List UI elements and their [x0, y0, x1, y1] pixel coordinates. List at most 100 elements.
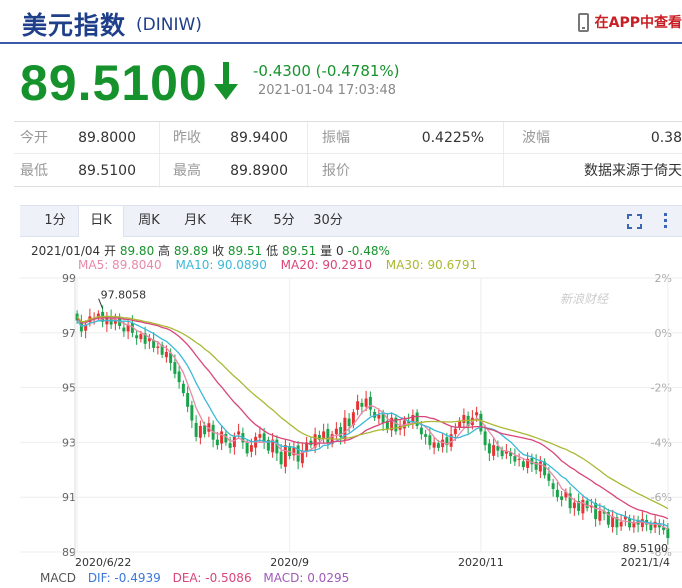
prev-close-label: 昨收 — [173, 130, 201, 146]
macd-legend: MACD DIF: -0.4939 DEA: -0.5086 MACD: 0.0… — [40, 571, 357, 585]
open-label: 今开 — [20, 130, 48, 146]
candle-body — [356, 401, 360, 410]
candle-body — [547, 473, 551, 481]
candle-body — [220, 431, 224, 444]
candle-body — [560, 496, 564, 500]
y-right-tick-label: 2% — [655, 272, 672, 285]
info-vol-label: 量 — [320, 244, 333, 258]
candle-body — [419, 427, 423, 435]
tab-1min[interactable]: 1分 — [34, 206, 76, 236]
candle-body — [513, 456, 517, 462]
y-tick-label: 91 — [62, 491, 76, 504]
down-arrow-icon — [214, 62, 238, 100]
open-value: 89.8000 — [78, 130, 136, 146]
candle-body — [232, 436, 236, 448]
candle-body — [453, 428, 457, 435]
x-tick-label: 2020/9 — [270, 556, 309, 569]
candle-body — [249, 445, 253, 452]
candle-body — [475, 412, 479, 416]
current-price: 89.5100 — [20, 55, 208, 111]
candle-body — [415, 412, 419, 426]
tab-monthly-k[interactable]: 月K — [172, 206, 218, 236]
candle-body — [258, 434, 262, 438]
candle-body — [283, 445, 287, 467]
info-pct: -0.48% — [347, 244, 390, 258]
x-tick-label: 2020/6/22 — [75, 556, 131, 569]
tab-yearly-k[interactable]: 年K — [218, 206, 264, 236]
candle-body — [198, 425, 202, 438]
candle-body — [173, 362, 177, 374]
info-high-label: 高 — [158, 244, 171, 258]
candle-body — [139, 334, 143, 340]
candle-body — [487, 443, 491, 454]
macd-dea: DEA: -0.5086 — [172, 571, 252, 585]
candle-body — [517, 458, 521, 460]
candle-body — [666, 528, 670, 539]
x-tick-label: 2021/1/4 — [621, 556, 670, 569]
y-right-tick-label: -2% — [651, 382, 672, 395]
y-tick-label: 93 — [62, 436, 76, 449]
watermark: 新浪财经 — [560, 292, 610, 306]
tab-30min[interactable]: 30分 — [306, 206, 350, 236]
chart-period-tabs: 1分 日K 周K 月K 年K 5分 30分 — [20, 205, 682, 237]
more-options-icon[interactable] — [662, 213, 668, 231]
info-low-label: 低 — [266, 244, 279, 258]
candle-body — [245, 442, 249, 454]
fullscreen-icon[interactable] — [627, 214, 642, 229]
candle-body — [347, 418, 351, 426]
info-date: 2021/01/04 — [31, 244, 101, 258]
y-tick-label: 95 — [62, 382, 76, 395]
candle-body — [640, 519, 644, 528]
candle-body — [462, 415, 466, 423]
candlestick-chart[interactable]: 99 2%97 0%95 -2%93 -4%91 -6%89 -8%新浪财经97.80588… — [0, 270, 682, 570]
ma30-line — [76, 315, 669, 510]
candle-body — [538, 461, 542, 472]
max-value-label: 97.8058 — [101, 289, 147, 302]
candle-body — [594, 502, 598, 520]
quote-timestamp: 2021-01-04 17:03:48 — [258, 83, 397, 98]
candle-body — [555, 489, 559, 498]
stats-row: 最低 89.5100 最高 89.8900 报价 数据来源于倚天 — [14, 155, 682, 187]
info-close: 89.51 — [227, 244, 263, 258]
info-high: 89.89 — [173, 244, 209, 258]
data-source: 数据来源于倚天 — [584, 163, 682, 179]
candle-body — [190, 405, 194, 421]
open-in-app-link[interactable]: 在APP中查看 — [577, 12, 682, 32]
y-right-tick-label: 0% — [655, 327, 672, 340]
candle-body — [194, 422, 198, 437]
quote-label: 报价 — [322, 163, 350, 179]
header: 美元指数 (DINIW) 在APP中查看 — [0, 0, 682, 44]
candle-body — [156, 346, 160, 348]
prev-close-value: 89.9400 — [230, 130, 288, 146]
candle-body — [483, 431, 487, 446]
y-tick-label: 99 — [62, 272, 76, 285]
tab-daily-k[interactable]: 日K — [78, 206, 124, 237]
y-right-tick-label: -4% — [651, 436, 672, 449]
phone-icon — [577, 12, 589, 32]
candle-body — [521, 461, 525, 468]
high-value: 89.8900 — [230, 163, 288, 179]
candle-body — [381, 414, 385, 424]
macd-value: MACD: 0.0295 — [263, 571, 350, 585]
candle-body — [581, 499, 585, 514]
tab-5min[interactable]: 5分 — [264, 206, 304, 236]
candle-body — [322, 431, 326, 439]
candle-body — [432, 442, 436, 448]
candle-body — [122, 327, 126, 332]
info-open: 89.80 — [119, 244, 155, 258]
candle-body — [326, 428, 330, 443]
candle-body — [360, 402, 364, 407]
candle-body — [572, 502, 576, 509]
y-tick-label: 89 — [62, 546, 76, 559]
stats-row: 今开 89.8000 昨收 89.9400 振幅 0.4225% 波幅 0.38 — [14, 122, 682, 154]
candle-body — [364, 398, 368, 407]
candle-body — [436, 443, 440, 448]
candle-body — [428, 435, 432, 446]
info-vol: 0 — [335, 244, 344, 258]
amplitude-label: 振幅 — [322, 130, 350, 146]
candle-body — [334, 428, 338, 435]
macd-label: MACD — [40, 571, 76, 585]
price-change: -0.4300 (-0.4781%) — [253, 62, 400, 80]
tab-weekly-k[interactable]: 周K — [126, 206, 172, 236]
candle-body — [181, 383, 185, 394]
